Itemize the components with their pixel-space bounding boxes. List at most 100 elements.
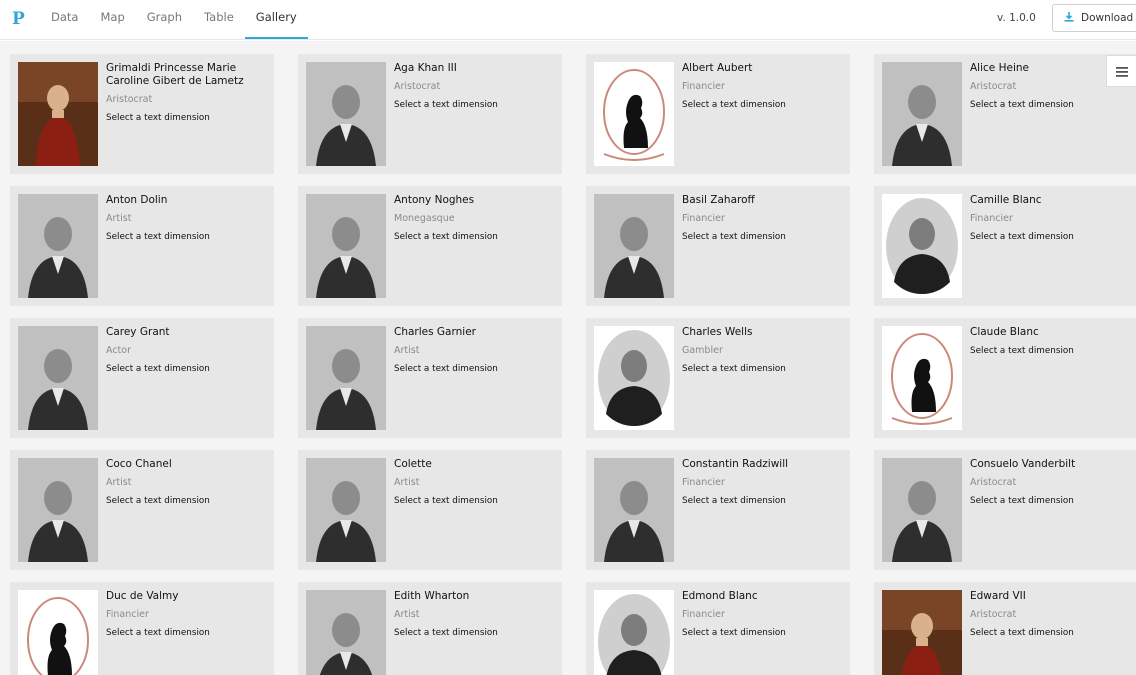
gallery-card[interactable]: Edward VII Aristocrat Select a text dimens… [874,582,1136,675]
portrait-image[interactable] [594,590,674,675]
portrait-image[interactable] [18,458,98,562]
gallery-card[interactable]: Antony Noghes Monegasque Select a text dim… [298,186,562,306]
gallery-card[interactable]: Albert Aubert Financier Select a text dime… [586,54,850,174]
card-info: Charles Wells Gambler Select a text dimens… [682,326,844,375]
gallery-card[interactable]: Grimaldi Princesse Marie Caroline Gibert… [10,54,274,174]
card-role: Artist [394,477,420,488]
gallery-card[interactable]: Charles Wells Gambler Select a text dimens… [586,318,850,438]
tab-gallery[interactable]: Gallery [244,0,308,40]
gallery-card[interactable]: Edith Wharton Artist Select a text dimensi… [298,582,562,675]
card-role: Artist [106,213,132,224]
card-role: Aristocrat [970,477,1017,488]
portrait-image[interactable] [18,326,98,430]
card-name: Colette [394,458,432,470]
card-info: Grimaldi Princesse Marie Caroline Gibert… [106,62,268,124]
portrait-image[interactable] [594,194,674,298]
card-info: Claude Blanc Select a text dimension [970,326,1132,357]
card-info: Consuelo Vanderbilt Aristocrat Select a te… [970,458,1132,507]
card-role: Artist [106,477,132,488]
portrait-image[interactable] [306,62,386,166]
card-name: Anton Dolin [106,194,168,206]
text-dimension-prompt: Select a text dimension [106,232,210,242]
text-dimension-prompt: Select a text dimension [106,113,210,123]
portrait-image[interactable] [882,458,962,562]
tab-table[interactable]: Table [193,0,245,40]
card-info: Antony Noghes Monegasque Select a text dim… [394,194,556,243]
tab-data[interactable]: Data [40,0,89,40]
gallery-card[interactable]: Aga Khan III Aristocrat Select a text dime… [298,54,562,174]
text-dimension-prompt: Select a text dimension [970,628,1074,638]
text-dimension-prompt: Select a text dimension [970,100,1074,110]
card-info: Colette Artist Select a text dimension [394,458,556,507]
portrait-image[interactable] [18,62,98,166]
text-dimension-prompt: Select a text dimension [682,100,786,110]
gallery-card[interactable]: Anton Dolin Artist Select a text dimension [10,186,274,306]
card-name: Carey Grant [106,326,170,338]
portrait-image[interactable] [882,194,962,298]
gallery-card[interactable]: Charles Garnier Artist Select a text dimen… [298,318,562,438]
portrait-image[interactable] [594,458,674,562]
card-role: Actor [106,345,131,356]
tab-graph[interactable]: Graph [136,0,193,40]
card-info: Carey Grant Actor Select a text dimension [106,326,268,375]
menu-icon [1115,62,1128,81]
text-dimension-prompt: Select a text dimension [106,628,210,638]
gallery-card[interactable]: Duc de Valmy Financier Select a text dimen… [10,582,274,675]
portrait-image[interactable] [306,590,386,675]
text-dimension-prompt: Select a text dimension [682,364,786,374]
gallery-card[interactable]: Constantin Radziwill Financier Select a te… [586,450,850,570]
text-dimension-prompt: Select a text dimension [970,232,1074,242]
gallery-card[interactable]: Claude Blanc Select a text dimension [874,318,1136,438]
card-info: Aga Khan III Aristocrat Select a text dime… [394,62,556,111]
text-dimension-prompt: Select a text dimension [682,496,786,506]
gallery-card[interactable]: Alice Heine Aristocrat Select a text dimen… [874,54,1136,174]
text-dimension-prompt: Select a text dimension [394,496,498,506]
card-name: Aga Khan III [394,62,457,74]
card-name: Edmond Blanc [682,590,758,602]
gallery-card[interactable]: Basil Zaharoff Financier Select a text dim… [586,186,850,306]
card-name: Consuelo Vanderbilt [970,458,1076,470]
portrait-image[interactable] [306,194,386,298]
text-dimension-prompt: Select a text dimension [682,232,786,242]
portrait-image[interactable] [882,62,962,166]
card-role: Monegasque [394,213,455,224]
portrait-image[interactable] [18,194,98,298]
card-info: Edward VII Aristocrat Select a text dimens… [970,590,1132,639]
app-logo[interactable]: P [12,9,25,29]
card-name: Edith Wharton [394,590,470,602]
card-info: Anton Dolin Artist Select a text dimension [106,194,268,243]
card-name: Grimaldi Princesse Marie Caroline Gibert… [106,62,244,87]
card-name: Albert Aubert [682,62,753,74]
card-role: Aristocrat [106,94,153,105]
card-name: Edward VII [970,590,1026,602]
gallery-card[interactable]: Camille Blanc Financier Select a text dime… [874,186,1136,306]
gallery-card[interactable]: Consuelo Vanderbilt Aristocrat Select a te… [874,450,1136,570]
portrait-image[interactable] [306,458,386,562]
gallery-card[interactable]: Coco Chanel Artist Select a text dimension [10,450,274,570]
text-dimension-prompt: Select a text dimension [970,496,1074,506]
gallery-card[interactable]: Colette Artist Select a text dimension [298,450,562,570]
portrait-image[interactable] [18,590,98,675]
side-panel-toggle[interactable] [1106,55,1136,87]
portrait-image[interactable] [306,326,386,430]
gallery-card[interactable]: Edmond Blanc Financier Select a text dimen… [586,582,850,675]
card-info: Albert Aubert Financier Select a text dime… [682,62,844,111]
card-info: Duc de Valmy Financier Select a text dimen… [106,590,268,639]
card-role: Financier [682,477,725,488]
text-dimension-prompt: Select a text dimension [970,346,1074,356]
gallery-grid: Grimaldi Princesse Marie Caroline Gibert… [10,54,1136,675]
portrait-image[interactable] [594,326,674,430]
download-button[interactable]: Download [1052,4,1136,32]
card-role: Aristocrat [970,609,1017,620]
card-name: Duc de Valmy [106,590,179,602]
portrait-image[interactable] [594,62,674,166]
card-info: Constantin Radziwill Financier Select a te… [682,458,844,507]
portrait-image[interactable] [882,326,962,430]
gallery-card[interactable]: Carey Grant Actor Select a text dimension [10,318,274,438]
card-role: Gambler [682,345,723,356]
text-dimension-prompt: Select a text dimension [106,364,210,374]
card-role: Financier [682,81,725,92]
portrait-image[interactable] [882,590,962,675]
tab-map[interactable]: Map [89,0,135,40]
card-role: Financier [106,609,149,620]
